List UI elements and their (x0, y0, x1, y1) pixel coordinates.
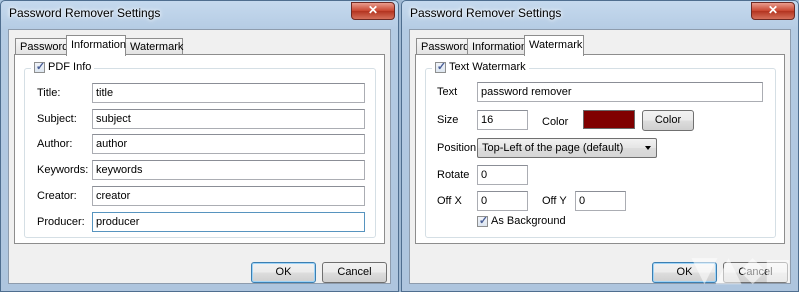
size-label: Size (437, 114, 459, 126)
subject-field[interactable]: subject (92, 109, 365, 129)
as-background-checkbox[interactable]: ✓ (477, 214, 489, 227)
close-icon: ✕ (367, 3, 379, 17)
watermark-text-field[interactable]: password remover (477, 82, 763, 102)
tab-password[interactable]: Password (15, 38, 69, 55)
subject-label: Subject: (37, 113, 77, 125)
color-swatch (583, 110, 635, 129)
dialog-client: Password Information Watermark ✓ PDF Inf… (8, 29, 391, 284)
tab-label: Password (20, 41, 69, 53)
watermark-tab-page: ✓ Text Watermark Text password remover S… (415, 54, 785, 244)
window-title: Password Remover Settings (9, 6, 161, 20)
site-logo-watermark: ▼▲◆◼ (691, 249, 792, 289)
position-dropdown[interactable]: Top-Left of the page (default) (477, 138, 657, 158)
author-field[interactable]: author (92, 134, 365, 154)
tab-label: Watermark (130, 41, 184, 53)
tab-watermark[interactable]: Watermark (125, 38, 183, 55)
keywords-label: Keywords: (37, 164, 89, 176)
text-label: Text (437, 86, 458, 98)
pdf-info-toggle[interactable]: ✓ PDF Info (31, 60, 95, 73)
keywords-field[interactable]: keywords (92, 160, 365, 180)
tab-label: Information (472, 41, 528, 53)
settings-window-information: Password Remover Settings ✕ Password Inf… (0, 0, 399, 292)
author-label: Author: (37, 138, 73, 150)
title-field[interactable]: title (92, 83, 365, 103)
tab-information[interactable]: Information (66, 35, 126, 56)
information-tab-page: ✓ PDF Info Title: title Subject: subject… (14, 54, 385, 244)
title-bar[interactable]: Password Remover Settings ✕ (402, 1, 798, 27)
tab-password[interactable]: Password (416, 38, 470, 55)
as-background-toggle[interactable]: ✓ As Background (477, 215, 566, 227)
creator-label: Creator: (37, 190, 77, 202)
pdf-info-group: ✓ PDF Info Title: title Subject: subject… (24, 61, 376, 238)
dialog-client: Password Information Watermark ✓ Text Wa… (409, 29, 791, 284)
position-label: Position (437, 142, 477, 154)
offx-field[interactable]: 0 (477, 191, 528, 211)
tab-label: Password (421, 41, 470, 53)
window-title: Password Remover Settings (410, 6, 562, 20)
text-watermark-toggle[interactable]: ✓ Text Watermark (432, 61, 529, 73)
pdf-info-label: PDF Info (48, 61, 92, 73)
title-bar[interactable]: Password Remover Settings ✕ (1, 1, 398, 27)
title-label: Title: (37, 87, 61, 99)
close-button[interactable]: ✕ (351, 2, 395, 20)
as-background-label: As Background (491, 215, 566, 227)
pdf-info-checkbox[interactable]: ✓ (34, 60, 46, 73)
tab-information[interactable]: Information (467, 38, 528, 55)
checkmark-icon: ✓ (35, 60, 46, 73)
rotate-label: Rotate (437, 169, 470, 181)
offy-label: Off Y (542, 195, 567, 207)
text-watermark-group: ✓ Text Watermark Text password remover S… (425, 61, 776, 238)
checkmark-icon: ✓ (436, 60, 447, 73)
producer-label: Producer: (37, 216, 85, 228)
tab-label: Watermark (529, 39, 583, 51)
ok-button[interactable]: OK (251, 262, 316, 283)
tab-label: Information (71, 39, 127, 51)
text-watermark-checkbox[interactable]: ✓ (435, 60, 447, 73)
position-value: Top-Left of the page (default) (482, 142, 624, 154)
settings-window-watermark: Password Remover Settings ✕ Password Inf… (401, 0, 799, 292)
checkmark-icon: ✓ (478, 214, 489, 227)
text-watermark-label: Text Watermark (449, 61, 526, 73)
tab-watermark[interactable]: Watermark (524, 35, 584, 56)
close-button[interactable]: ✕ (751, 2, 795, 20)
offx-label: Off X (437, 195, 462, 207)
size-field[interactable]: 16 (477, 110, 528, 130)
color-button[interactable]: Color (642, 110, 694, 131)
close-icon: ✕ (767, 3, 779, 17)
chevron-down-icon (645, 146, 651, 150)
offy-field[interactable]: 0 (575, 191, 626, 211)
producer-field[interactable]: producer (92, 212, 365, 232)
color-label: Color (542, 116, 569, 128)
rotate-field[interactable]: 0 (477, 165, 528, 185)
cancel-button[interactable]: Cancel (322, 262, 387, 283)
creator-field[interactable]: creator (92, 186, 365, 206)
